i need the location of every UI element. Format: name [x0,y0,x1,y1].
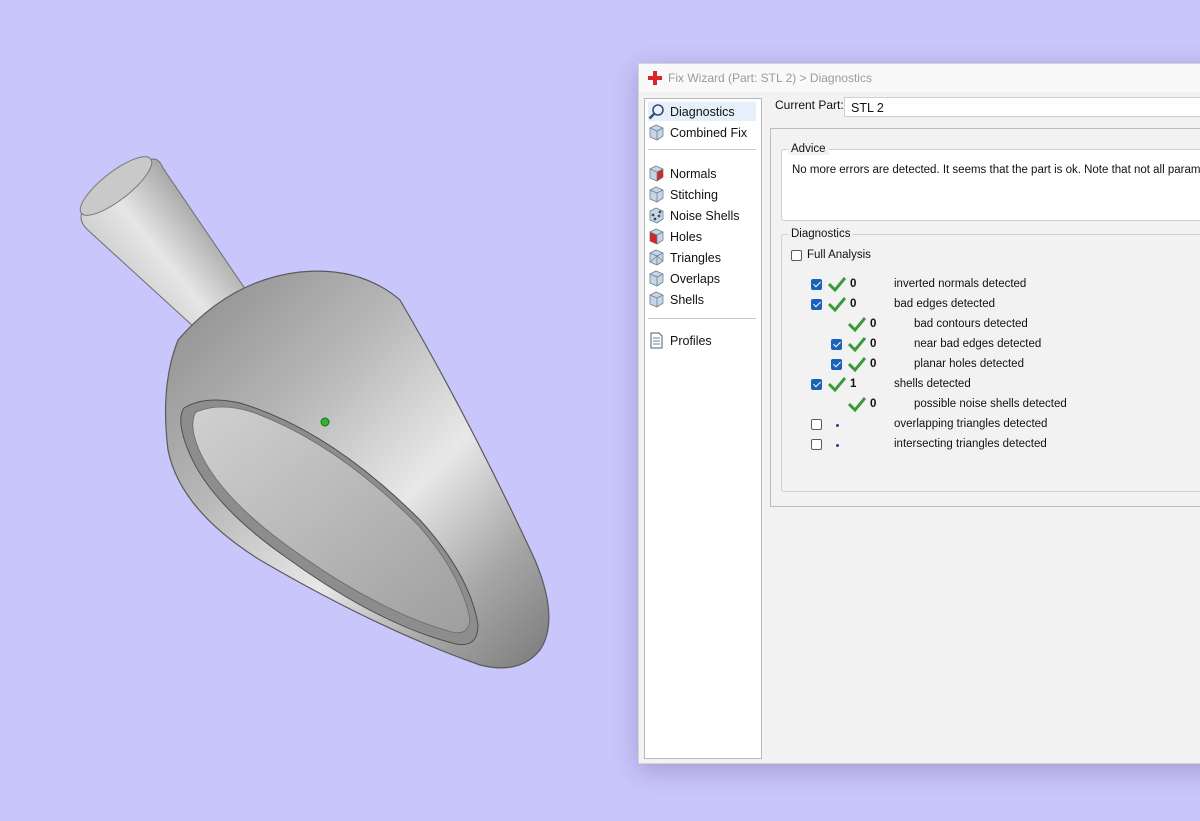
diag-label: bad contours detected [914,318,1028,330]
diag-count: 0 [870,318,877,330]
sidebar-item-label: Holes [670,229,702,244]
check-mark-icon [848,317,866,332]
sidebar-item-profiles[interactable]: Profiles [648,331,756,350]
cube-icon [649,249,664,266]
diag-label: planar holes detected [914,358,1024,370]
sidebar-item-label: Noise Shells [670,208,740,223]
cube-red-face-icon [649,228,664,245]
fix-wizard-window: Fix Wizard (Part: STL 2) > Diagnostics D… [638,63,1200,764]
advice-title: Advice [788,143,829,155]
sidebar-item-combined-fix[interactable]: Combined Fix [648,123,756,142]
current-part-field[interactable]: STL 2 [844,97,1200,117]
sidebar-divider [648,149,756,150]
window-title: Fix Wizard (Part: STL 2) > Diagnostics [668,71,872,85]
diag-label: inverted normals detected [894,278,1027,290]
planar-holes-checkbox[interactable] [831,359,842,370]
inverted-normals-checkbox[interactable] [811,279,822,290]
sidebar-item-normals[interactable]: Normals [648,164,756,183]
cube-icon [649,270,664,287]
cube-icon [649,291,664,308]
diag-label: overlapping triangles detected [894,418,1048,430]
diag-count: 0 [850,278,857,290]
diag-count: 0 [870,358,877,370]
full-analysis-checkbox[interactable] [791,250,802,261]
check-mark-icon [848,397,866,412]
pivot-point-marker [320,417,330,427]
diag-label: shells detected [894,378,971,390]
check-mark-icon [848,357,866,372]
advice-text: No more errors are detected. It seems th… [792,164,1200,176]
sidebar-item-shells[interactable]: Shells [648,290,756,309]
sidebar-item-noise-shells[interactable]: Noise Shells [648,206,756,225]
cube-dots-icon [649,207,664,224]
diagnostics-group: Diagnostics Full Analysis 0 inverted nor… [781,228,1200,492]
sidebar-item-overlaps[interactable]: Overlaps [648,269,756,288]
overlapping-triangles-checkbox[interactable] [811,419,822,430]
sidebar-item-label: Triangles [670,250,721,265]
check-mark-icon [828,377,846,392]
diag-count: 0 [850,298,857,310]
sidebar-item-label: Combined Fix [670,125,748,140]
diag-label: intersecting triangles detected [894,438,1047,450]
diag-label: bad edges detected [894,298,996,310]
sidebar-divider [648,318,756,319]
near-bad-edges-checkbox[interactable] [831,339,842,350]
diagnostics-title: Diagnostics [788,228,854,240]
current-part-label: Current Part: [775,98,844,112]
shells-checkbox[interactable] [811,379,822,390]
check-mark-icon [828,297,846,312]
intersecting-triangles-checkbox[interactable] [811,439,822,450]
pending-dot-icon [836,444,839,447]
diag-label: possible noise shells detected [914,398,1067,410]
document-icon [650,332,663,349]
magnifier-icon [648,104,664,120]
diag-count: 0 [870,338,877,350]
sidebar-item-stitching[interactable]: Stitching [648,185,756,204]
red-cross-icon [648,71,662,85]
advice-group: Advice No more errors are detected. It s… [781,143,1200,221]
sidebar-item-label: Normals [670,166,717,181]
diag-count: 1 [850,378,857,390]
diag-label: near bad edges detected [914,338,1042,350]
sidebar-item-label: Profiles [670,333,712,348]
pending-dot-icon [836,424,839,427]
sidebar-item-triangles[interactable]: Triangles [648,248,756,267]
title-bar[interactable]: Fix Wizard (Part: STL 2) > Diagnostics [639,64,1200,92]
sidebar-item-label: Stitching [670,187,718,202]
sidebar-item-label: Overlaps [670,271,721,286]
sidebar-item-label: Shells [670,292,705,307]
sidebar-item-holes[interactable]: Holes [648,227,756,246]
full-analysis-label: Full Analysis [807,249,871,261]
sidebar-item-diagnostics[interactable]: Diagnostics [648,102,756,121]
cube-icon [649,186,664,203]
diagnostics-panel: Advice No more errors are detected. It s… [770,128,1200,507]
cube-icon [649,124,664,141]
sidebar-item-label: Diagnostics [670,104,735,119]
bad-edges-checkbox[interactable] [811,299,822,310]
diag-count: 0 [870,398,877,410]
cube-red-face-icon [649,165,664,182]
check-mark-icon [848,337,866,352]
check-mark-icon [828,277,846,292]
wizard-sidebar: Diagnostics Combined Fix Normals Stitchi [644,98,762,759]
